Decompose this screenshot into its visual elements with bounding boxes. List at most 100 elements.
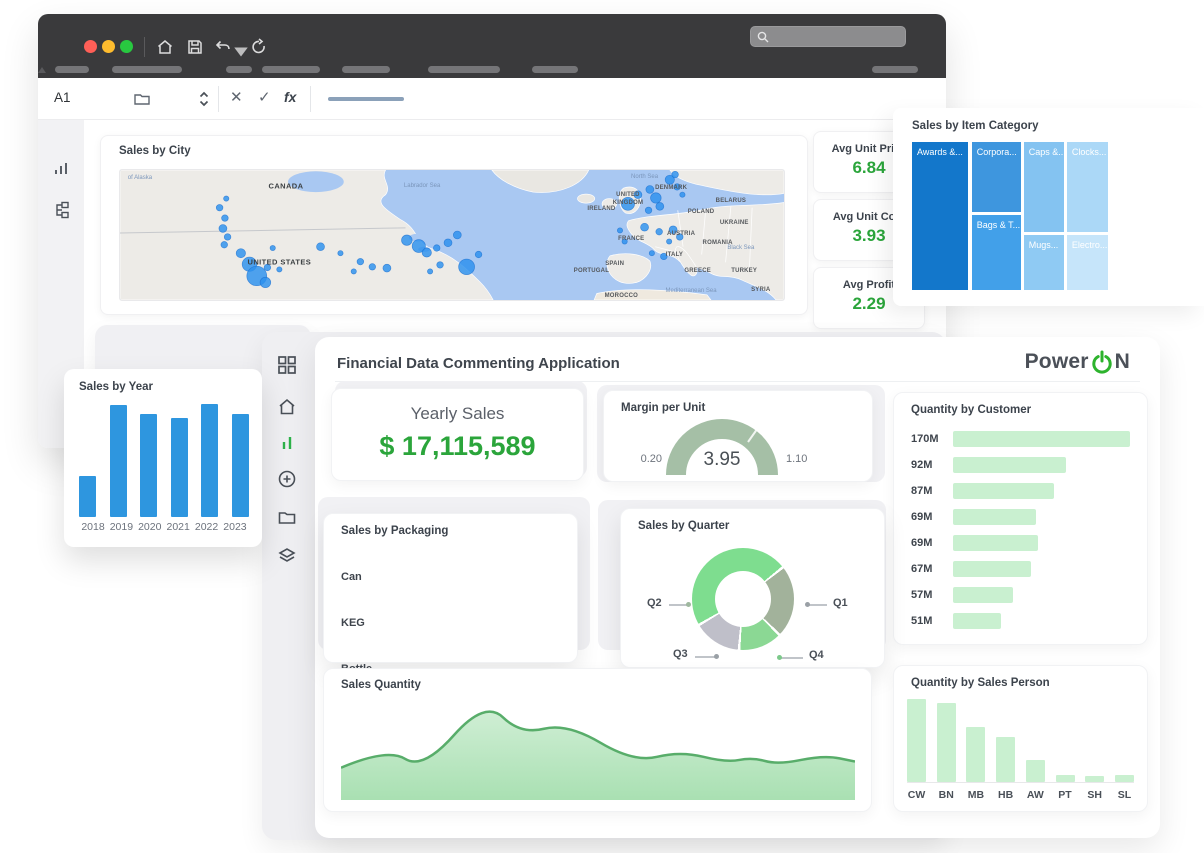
close-window-button[interactable] <box>84 40 97 53</box>
add-icon[interactable] <box>276 468 298 490</box>
kpi-value: $ 17,115,589 <box>332 431 583 462</box>
cell-reference-box[interactable]: A1 <box>54 90 71 105</box>
confirm-entry-icon[interactable]: ✓ <box>258 88 271 106</box>
collapse-ribbon-caret[interactable] <box>38 67 46 73</box>
sales-quantity-area-chart[interactable] <box>341 696 855 800</box>
bar[interactable] <box>907 699 926 782</box>
sales-quantity-card: Sales Quantity <box>323 668 872 812</box>
title-bar <box>38 14 946 78</box>
minimize-window-button[interactable] <box>102 40 115 53</box>
dashboard-grid-icon[interactable] <box>276 354 298 376</box>
map-label: CANADA <box>269 181 304 190</box>
year-bar-chart[interactable] <box>79 404 249 517</box>
insert-function-button[interactable]: fx <box>284 89 296 105</box>
menu-item[interactable] <box>872 66 918 73</box>
home-icon[interactable] <box>276 396 298 418</box>
search-icon <box>756 30 770 44</box>
folder-icon[interactable] <box>276 506 298 528</box>
layers-icon[interactable] <box>276 544 298 566</box>
row-label: 69M <box>911 511 953 523</box>
map-label: POLAND <box>688 209 715 215</box>
undo-dropdown-caret[interactable] <box>232 43 240 61</box>
bar[interactable] <box>953 431 1130 447</box>
map-label: North Sea <box>631 174 658 180</box>
redo-icon[interactable] <box>250 38 268 56</box>
bar[interactable] <box>1026 760 1045 782</box>
bar[interactable] <box>953 587 1013 603</box>
map-label: IRELAND <box>587 206 615 212</box>
bar[interactable] <box>1056 775 1075 782</box>
formula-content-placeholder[interactable] <box>328 97 404 101</box>
menu-item[interactable] <box>55 66 89 73</box>
cancel-entry-icon[interactable]: ✕ <box>230 88 243 106</box>
bar[interactable] <box>1085 776 1104 782</box>
quarter-donut-chart[interactable] <box>692 548 794 650</box>
bar[interactable] <box>937 703 956 782</box>
maximize-window-button[interactable] <box>120 40 133 53</box>
bar[interactable] <box>201 404 218 517</box>
undo-icon[interactable] <box>214 38 232 56</box>
formula-bar-divider <box>310 86 311 112</box>
bar-chart-icon[interactable] <box>52 160 72 180</box>
folder-icon[interactable] <box>133 90 151 108</box>
treemap-block[interactable]: Mugs... <box>1024 235 1064 291</box>
map-label: BELARUS <box>716 198 746 204</box>
treemap-block[interactable]: Corpora... <box>972 142 1021 212</box>
customer-bar-chart[interactable]: 170M92M87M69M69M67M57M51M <box>911 426 1130 634</box>
bar[interactable] <box>110 405 127 517</box>
map-label: Labrador Sea <box>404 183 440 189</box>
row-label: 92M <box>911 459 953 471</box>
treemap-block[interactable]: Awards &... <box>912 142 968 290</box>
map-label: AUSTRIA <box>667 231 695 237</box>
chart-title: Sales by Item Category <box>912 120 1039 132</box>
bar[interactable] <box>953 613 1001 629</box>
treemap-block[interactable]: Caps &... <box>1024 142 1064 232</box>
chart-title: Sales Quantity <box>341 679 421 691</box>
quantity-by-salesperson-card: Quantity by Sales Person CWBNMBHBAWPTSHS… <box>893 665 1148 812</box>
bar[interactable] <box>171 418 188 517</box>
bar[interactable] <box>996 737 1015 782</box>
bar[interactable] <box>953 457 1066 473</box>
treemap-block[interactable]: Clocks... <box>1067 142 1108 232</box>
bar[interactable] <box>232 414 249 517</box>
bar[interactable] <box>966 727 985 782</box>
donut-label-q3: Q3 <box>673 648 688 660</box>
map-label: UKRAINE <box>720 220 749 226</box>
sales-by-city-card: Sales by City <box>100 135 808 315</box>
row-label: 57M <box>911 589 953 601</box>
bar[interactable] <box>953 535 1038 551</box>
map-label: UNITED STATES <box>248 258 312 267</box>
bar[interactable] <box>140 414 157 517</box>
row-label: 87M <box>911 485 953 497</box>
world-map[interactable]: of AlaskaCANADAUNITED STATESLabrador Sea… <box>119 169 785 301</box>
bar[interactable] <box>953 483 1054 499</box>
map-label: MOROCCO <box>605 293 638 299</box>
menu-item[interactable] <box>342 66 390 73</box>
menu-item[interactable] <box>226 66 252 73</box>
titlebar-divider <box>144 37 145 57</box>
bar[interactable] <box>79 476 96 517</box>
chart-icon-active[interactable] <box>276 432 298 454</box>
bar[interactable] <box>1115 775 1134 782</box>
menu-item[interactable] <box>112 66 182 73</box>
treemap-block[interactable]: Electro... <box>1067 235 1108 291</box>
menu-item[interactable] <box>428 66 500 73</box>
axis-label: 2021 <box>164 521 192 533</box>
salesperson-bar-chart[interactable] <box>907 699 1134 783</box>
treemap-chart[interactable]: Awards &...Corpora...Bags & T...Caps &..… <box>912 142 1108 290</box>
treemap-block[interactable]: Bags & T... <box>972 215 1021 290</box>
cell-stepper[interactable] <box>195 90 213 108</box>
packaging-bar-chart[interactable]: CanKEGBottle <box>341 554 560 652</box>
axis-label: 2020 <box>136 521 164 533</box>
formula-bar-divider <box>218 86 219 112</box>
bar[interactable] <box>953 509 1036 525</box>
search-input[interactable] <box>750 26 906 47</box>
home-icon[interactable] <box>156 38 174 56</box>
chart-title: Margin per Unit <box>621 402 705 414</box>
menu-item[interactable] <box>532 66 578 73</box>
save-icon[interactable] <box>186 38 204 56</box>
menu-item[interactable] <box>262 66 320 73</box>
hierarchy-icon[interactable] <box>52 200 72 220</box>
bar[interactable] <box>953 561 1031 577</box>
row-label: 51M <box>911 615 953 627</box>
